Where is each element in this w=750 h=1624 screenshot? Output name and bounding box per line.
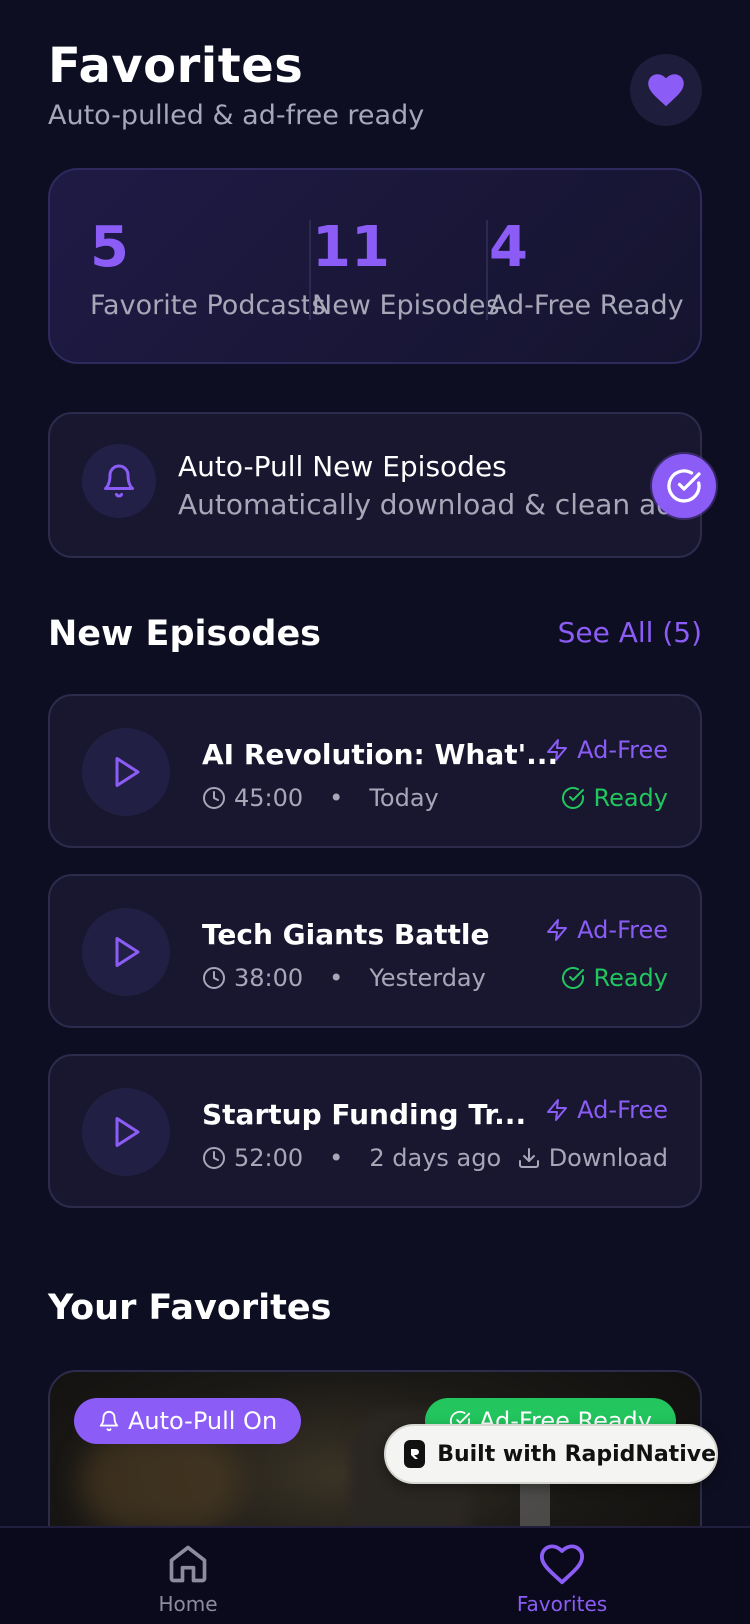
- ad-free-label: Ad-Free: [577, 916, 668, 944]
- play-button[interactable]: [82, 908, 170, 996]
- rapidnative-logo-icon: [404, 1440, 426, 1468]
- cover-image-detail: [80, 1432, 240, 1532]
- separator-dot: •: [329, 784, 344, 812]
- built-with-text: Built with RapidNative: [437, 1441, 716, 1467]
- built-with-badge[interactable]: Built with RapidNative: [384, 1424, 718, 1484]
- status-label: Download: [548, 1144, 668, 1172]
- episode-date: Today: [369, 784, 439, 812]
- auto-pull-card: Auto-Pull New Episodes Automatically dow…: [48, 412, 716, 558]
- episode-meta: 45:00 • Today: [202, 784, 439, 812]
- check-circle-icon: [667, 469, 701, 503]
- zap-icon: [547, 919, 568, 941]
- play-button[interactable]: [82, 1088, 170, 1176]
- play-button[interactable]: [82, 728, 170, 816]
- home-icon: [169, 1545, 207, 1583]
- ready-status: Ready: [561, 784, 668, 812]
- episode-duration: 52:00: [234, 1144, 304, 1172]
- episode-date: 2 days ago: [369, 1144, 502, 1172]
- favorites-heart-button[interactable]: [630, 54, 702, 126]
- stats-card: 5 Favorite Podcasts 11 New Episodes 4 Ad…: [48, 168, 702, 364]
- check-circle-icon: [562, 786, 585, 809]
- tab-label: Home: [158, 1592, 218, 1616]
- episode-title: Tech Giants Battle: [202, 918, 490, 951]
- zap-icon: [547, 1099, 568, 1121]
- your-favorites-heading: Your Favorites: [48, 1288, 332, 1328]
- auto-pull-toggle[interactable]: [652, 454, 716, 518]
- episode-date: Yesterday: [369, 964, 486, 992]
- pill-label: Auto-Pull On: [128, 1407, 278, 1435]
- zap-icon: [547, 739, 568, 761]
- stat-ad-free-ready: 4 Ad-Free Ready: [489, 215, 684, 322]
- stat-value: 4: [489, 215, 528, 280]
- episode-title: Startup Funding Tr...: [202, 1098, 527, 1131]
- page-title: Favorites: [48, 38, 304, 94]
- play-icon: [115, 757, 140, 787]
- page-header: Favorites Auto-pulled & ad-free ready: [48, 38, 702, 138]
- ready-status: Ready: [561, 964, 668, 992]
- check-circle-icon: [562, 966, 585, 989]
- ad-free-badge: Ad-Free: [545, 1096, 668, 1124]
- auto-pull-subtitle: Automatically download & clean ads: [178, 488, 689, 521]
- play-icon: [115, 1117, 140, 1147]
- stat-value: 11: [312, 215, 390, 280]
- stat-label: Favorite Podcasts: [90, 290, 326, 321]
- stat-label: New Episodes: [312, 290, 500, 321]
- stat-favorite-podcasts: 5 Favorite Podcasts: [90, 215, 326, 322]
- stat-divider: [309, 220, 311, 320]
- download-button[interactable]: Download: [517, 1144, 668, 1172]
- separator-dot: •: [329, 1144, 344, 1172]
- heart-icon: [648, 74, 684, 107]
- tab-favorites[interactable]: Favorites: [482, 1542, 642, 1616]
- see-all-link[interactable]: See All (5): [558, 616, 702, 649]
- clock-icon: [203, 967, 225, 989]
- clock-icon: [203, 787, 225, 809]
- play-icon: [115, 937, 140, 967]
- tab-label: Favorites: [516, 1592, 608, 1616]
- episode-meta: 52:00 • 2 days ago: [202, 1144, 501, 1172]
- stat-divider: [486, 220, 488, 320]
- status-label: Ready: [593, 784, 668, 812]
- episode-card[interactable]: Tech Giants Battle 38:00 • Yesterday Ad-…: [48, 874, 702, 1028]
- tab-home[interactable]: Home: [108, 1542, 268, 1616]
- episode-duration: 45:00: [234, 784, 304, 812]
- episode-card[interactable]: Startup Funding Tr... 52:00 • 2 days ago…: [48, 1054, 702, 1208]
- ad-free-badge: Ad-Free: [545, 736, 668, 764]
- bottom-tab-bar: Home Favorites: [0, 1526, 750, 1624]
- clock-icon: [203, 1147, 225, 1169]
- bell-icon: [104, 464, 134, 498]
- episode-title: AI Revolution: What'...: [202, 738, 559, 771]
- heart-icon: [539, 1544, 585, 1585]
- episode-meta: 38:00 • Yesterday: [202, 964, 486, 992]
- bell-icon: [99, 1411, 119, 1432]
- stat-label: Ad-Free Ready: [489, 290, 684, 321]
- download-icon: [518, 1148, 539, 1168]
- bell-icon-circle: [82, 444, 156, 518]
- episode-card[interactable]: AI Revolution: What'... 45:00 • Today Ad…: [48, 694, 702, 848]
- ad-free-label: Ad-Free: [577, 736, 668, 764]
- page-subtitle: Auto-pulled & ad-free ready: [48, 100, 425, 131]
- new-episodes-heading: New Episodes: [48, 614, 322, 654]
- stat-value: 5: [90, 215, 129, 280]
- stat-new-episodes: 11 New Episodes: [312, 215, 500, 322]
- ad-free-label: Ad-Free: [577, 1096, 668, 1124]
- status-label: Ready: [593, 964, 668, 992]
- separator-dot: •: [329, 964, 344, 992]
- auto-pull-title: Auto-Pull New Episodes: [178, 450, 507, 483]
- auto-pull-on-pill: Auto-Pull On: [74, 1398, 302, 1444]
- ad-free-badge: Ad-Free: [545, 916, 668, 944]
- episode-duration: 38:00: [234, 964, 304, 992]
